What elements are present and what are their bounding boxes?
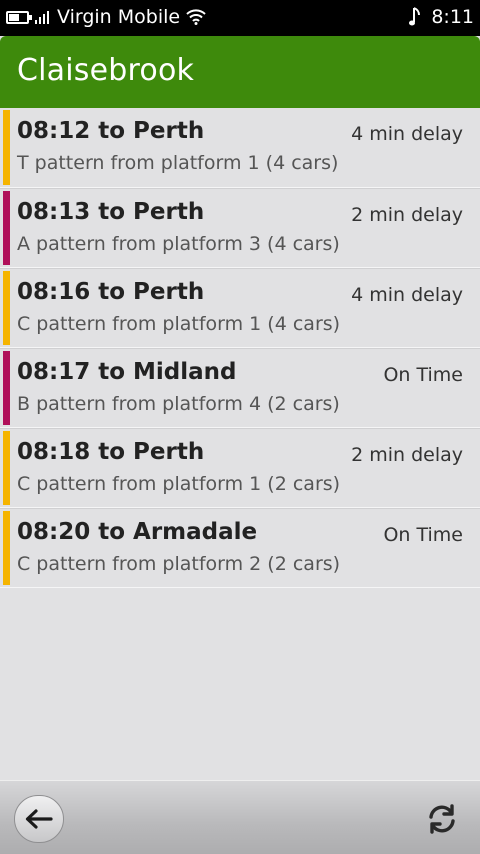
train-row[interactable]: 08:20 to Armadale On Time C pattern from p… [0,508,480,588]
line-color-bar [3,191,10,265]
signal-icon [35,10,51,24]
wifi-icon [186,9,206,25]
train-pattern-detail: C pattern from platform 2 (2 cars) [17,553,341,575]
back-arrow-icon [25,809,53,829]
page-header: Claisebrook [0,36,480,108]
train-departure: 08:16 to Perth [17,279,205,305]
clock: 8:11 [431,6,474,28]
battery-level [9,13,20,21]
line-color-bar [3,110,10,185]
train-pattern-detail: C pattern from platform 1 (2 cars) [17,473,341,495]
status-bar: Virgin Mobile 8:11 [0,0,480,36]
refresh-button[interactable] [422,799,462,839]
refresh-icon [429,804,455,834]
line-color-bar [3,431,10,505]
carrier-name: Virgin Mobile [57,6,181,28]
music-note-icon [409,7,421,26]
train-delay-status: 2 min delay [351,204,463,226]
battery-icon [6,10,32,24]
train-pattern-detail: A pattern from platform 3 (4 cars) [17,233,340,255]
train-delay-status: 4 min delay [351,123,463,145]
train-departure: 08:17 to Midland [17,359,237,385]
train-departure: 08:12 to Perth [17,118,205,144]
line-color-bar [3,271,10,345]
back-button[interactable] [14,795,64,843]
train-departure: 08:13 to Perth [17,199,205,225]
train-pattern-detail: C pattern from platform 1 (4 cars) [17,313,341,335]
train-pattern-detail: B pattern from platform 4 (2 cars) [17,393,340,415]
train-row[interactable]: 08:17 to Midland On Time B pattern from pl… [0,348,480,428]
train-row[interactable]: 08:18 to Perth 2 min delay C pattern from … [0,428,480,508]
train-row[interactable]: 08:12 to Perth 4 min delay T pattern from … [0,108,480,188]
train-delay-status: On Time [383,364,463,386]
line-color-bar [3,351,10,425]
train-row[interactable]: 08:13 to Perth 2 min delay A pattern from … [0,188,480,268]
status-bar-left: Virgin Mobile [6,5,206,29]
train-delay-status: 4 min delay [351,284,463,306]
train-departure: 08:18 to Perth [17,439,205,465]
page-title: Claisebrook [17,53,195,88]
train-delay-status: On Time [383,524,463,546]
train-list: 08:12 to Perth 4 min delay T pattern from … [0,108,480,588]
status-bar-right: 8:11 [409,5,474,29]
bottom-toolbar [0,780,480,854]
train-delay-status: 2 min delay [351,444,463,466]
train-pattern-detail: T pattern from platform 1 (4 cars) [17,152,339,174]
line-color-bar [3,511,10,585]
train-row[interactable]: 08:16 to Perth 4 min delay C pattern from … [0,268,480,348]
app-screen: Virgin Mobile 8:11 Claisebrook 08:12 to … [0,0,480,854]
train-departure: 08:20 to Armadale [17,519,258,545]
